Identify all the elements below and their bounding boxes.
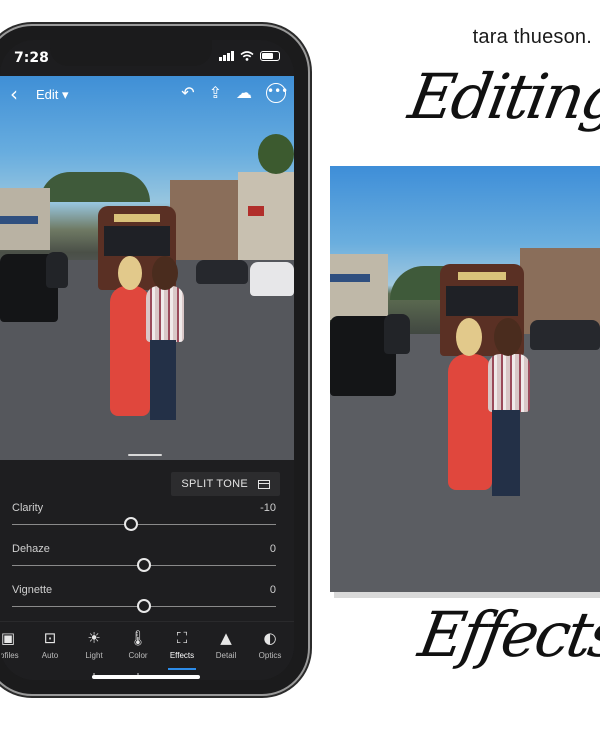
split-tone-icon xyxy=(258,479,270,489)
slider-value: 0 xyxy=(269,584,276,596)
script-heading-editing: Editing xyxy=(403,60,600,133)
bus-windshield xyxy=(104,226,170,256)
edit-mode-dropdown[interactable]: Edit ▾ xyxy=(36,87,69,103)
tool-auto[interactable]: ⊡ Auto xyxy=(28,628,72,660)
car-right-2 xyxy=(250,262,294,296)
woman-striped-head xyxy=(152,256,178,290)
bottom-toolbar: ▣ rofiles ⊡ Auto ☀ Light 🌡 Color ⛶ Effec… xyxy=(0,621,294,680)
woman-red-dress xyxy=(110,286,150,416)
bus-sign xyxy=(458,272,506,280)
woman-striped-top xyxy=(488,354,530,412)
hill-trees xyxy=(40,172,150,202)
color-icon: 🌡 xyxy=(128,629,148,647)
awning-left xyxy=(0,216,38,224)
effects-icon: ⛶ xyxy=(176,629,188,647)
slider-thumb[interactable] xyxy=(137,558,151,572)
script-heading-effects: Effects xyxy=(413,598,600,671)
slider-label: Clarity xyxy=(12,502,44,514)
bus-windshield xyxy=(446,286,518,316)
car-right-1 xyxy=(530,320,600,350)
tool-label: Auto xyxy=(41,651,59,660)
car-left-2 xyxy=(384,314,410,354)
slider-dehaze[interactable]: Dehaze 0 xyxy=(12,543,276,579)
battery-icon xyxy=(260,51,280,61)
phone-frame: 7:28 ‹ Edit ▾ ↶ ⇪ ☁ ••• SPLIT TONE Clari… xyxy=(0,26,308,694)
cloud-add-icon[interactable]: ☁ xyxy=(236,83,252,103)
slider-thumb[interactable] xyxy=(137,599,151,613)
awning-left xyxy=(330,274,370,282)
slider-vignette[interactable]: Vignette 0 xyxy=(12,584,276,620)
phone-screen: 7:28 ‹ Edit ▾ ↶ ⇪ ☁ ••• SPLIT TONE Clari… xyxy=(0,40,294,680)
tool-label: rofiles xyxy=(0,651,19,660)
profiles-icon: ▣ xyxy=(0,629,16,647)
tool-label: Detail xyxy=(215,651,237,660)
optics-icon: ◐ xyxy=(263,629,277,647)
slider-track[interactable] xyxy=(12,524,276,525)
home-indicator[interactable] xyxy=(92,675,200,679)
status-time: 7:28 xyxy=(14,50,49,66)
more-icon[interactable]: ••• xyxy=(266,83,288,103)
slider-value: -10 xyxy=(260,502,276,514)
car-left-2 xyxy=(46,252,68,288)
bus-sign xyxy=(114,214,160,222)
photo-preview[interactable] xyxy=(0,76,294,460)
back-icon[interactable]: ‹ xyxy=(10,82,18,106)
car-right-1 xyxy=(196,260,248,284)
woman-striped-head xyxy=(494,318,522,356)
wifi-icon xyxy=(240,51,254,61)
slider-clarity[interactable]: Clarity -10 xyxy=(12,502,276,538)
edited-photo xyxy=(330,166,600,592)
detail-icon: ▲ xyxy=(220,629,232,647)
building-right-sign xyxy=(248,206,264,216)
tool-profiles[interactable]: ▣ rofiles xyxy=(0,628,30,660)
tool-label: Effects xyxy=(169,651,195,660)
undo-icon[interactable]: ↶ xyxy=(181,83,194,103)
woman-striped-pants xyxy=(150,340,176,420)
edit-actions: ↶ ⇪ ☁ ••• xyxy=(181,83,288,103)
slider-label: Vignette xyxy=(12,584,53,596)
photo-scroll-indicator xyxy=(128,454,162,456)
light-icon: ☀ xyxy=(87,629,101,647)
tool-label: Color xyxy=(128,651,148,660)
signal-icon xyxy=(219,51,234,61)
woman-red-head xyxy=(456,318,482,356)
slider-value: 0 xyxy=(269,543,276,555)
split-tone-button[interactable]: SPLIT TONE xyxy=(171,472,280,496)
tool-light[interactable]: ☀ Light xyxy=(72,628,116,675)
share-icon[interactable]: ⇪ xyxy=(209,83,222,103)
woman-striped-pants xyxy=(492,410,520,496)
edit-bar: ‹ Edit ▾ ↶ ⇪ ☁ ••• xyxy=(0,80,294,110)
auto-icon: ⊡ xyxy=(43,629,57,647)
tree-right xyxy=(258,134,294,174)
tool-color[interactable]: 🌡 Color xyxy=(116,628,160,675)
woman-red-head xyxy=(118,256,142,290)
tool-detail[interactable]: ▲ Detail xyxy=(204,628,248,660)
tool-label: Light xyxy=(85,651,103,660)
split-tone-label: SPLIT TONE xyxy=(181,478,248,490)
woman-striped-top xyxy=(146,286,184,342)
building-left xyxy=(330,254,388,320)
slider-label: Dehaze xyxy=(12,543,50,555)
slider-thumb[interactable] xyxy=(123,517,138,531)
tool-label: Optics xyxy=(258,651,282,660)
building-right-2 xyxy=(238,172,294,260)
woman-red-dress xyxy=(448,354,492,490)
tool-optics[interactable]: ◐ Optics xyxy=(248,628,292,660)
phone-notch xyxy=(50,40,212,66)
tool-effects[interactable]: ⛶ Effects xyxy=(160,628,204,670)
brand-name: tara thueson. xyxy=(472,26,592,48)
status-icons xyxy=(219,51,280,61)
